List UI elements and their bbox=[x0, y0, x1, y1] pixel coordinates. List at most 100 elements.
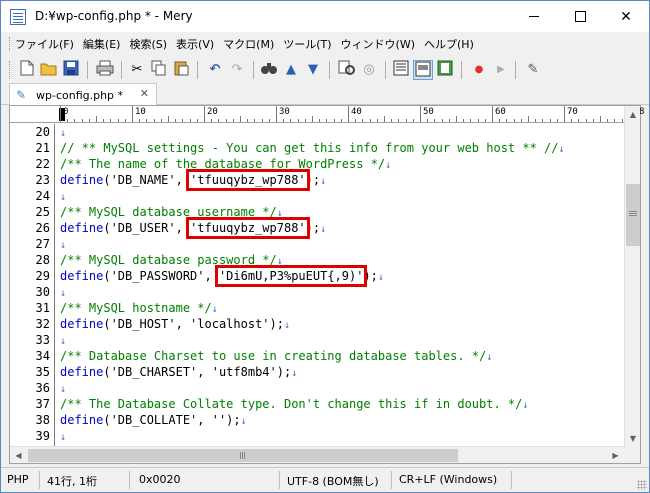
ruler-tick bbox=[312, 116, 313, 122]
menu-item-5[interactable]: ツール(T) bbox=[283, 36, 331, 52]
horizontal-scroll-thumb[interactable] bbox=[28, 449, 458, 462]
cut-icon[interactable]: ✂ bbox=[127, 60, 147, 80]
code-line[interactable]: 36 ↓ bbox=[10, 380, 624, 396]
scroll-left-icon[interactable]: ◀ bbox=[10, 447, 27, 464]
resize-grip[interactable] bbox=[637, 480, 647, 490]
view-mode-1-icon[interactable] bbox=[391, 60, 411, 80]
code-line[interactable]: 27 ↓ bbox=[10, 236, 624, 252]
code-line[interactable]: 24 ↓ bbox=[10, 188, 624, 204]
menu-item-7[interactable]: ヘルプ(H) bbox=[424, 36, 474, 52]
tool-icon[interactable]: ✎ bbox=[523, 60, 543, 80]
code-token: /** MySQL database username */ bbox=[60, 205, 277, 219]
ruler-label: 70 bbox=[567, 107, 578, 117]
ruler-tick bbox=[240, 116, 241, 122]
ruler-tick bbox=[492, 106, 493, 122]
vertical-scroll-thumb[interactable] bbox=[626, 184, 640, 246]
ruler-label: 0 bbox=[63, 107, 69, 117]
code-line[interactable]: 20 ↓ bbox=[10, 124, 624, 140]
status-newline[interactable]: CR+LF (Windows) bbox=[399, 473, 497, 486]
minimize-button[interactable] bbox=[511, 1, 557, 32]
text-area[interactable]: 20 ↓ 21 // ** MySQL settings - You can get … bbox=[10, 124, 624, 446]
save-icon[interactable] bbox=[61, 60, 81, 80]
code-line[interactable]: 33 ↓ bbox=[10, 332, 624, 348]
ruler-tick bbox=[290, 119, 292, 122]
code-line[interactable]: 35 define('DB_CHARSET', 'utf8mb4');↓ bbox=[10, 364, 624, 380]
line-number: 26 bbox=[35, 221, 50, 235]
find-up-icon[interactable]: ▲ bbox=[281, 60, 301, 80]
tab-close-icon[interactable]: ✕ bbox=[140, 87, 149, 100]
line-end-mark: ↓ bbox=[522, 400, 529, 411]
toolbar: ✂ ↶ ↷ ▲ ▼ ◎ ● ▶ ✎ bbox=[1, 56, 649, 83]
code-line[interactable]: 29 define('DB_PASSWORD', 'Di6mU,P3%puEUT{… bbox=[10, 265, 624, 287]
ruler-tick bbox=[384, 116, 385, 122]
ruler-label: 60 bbox=[495, 107, 506, 117]
scroll-down-icon[interactable]: ▼ bbox=[625, 430, 641, 447]
code-line[interactable]: 32 define('DB_HOST', 'localhost');↓ bbox=[10, 316, 624, 332]
maximize-button[interactable] bbox=[557, 1, 603, 32]
ruler-tick bbox=[484, 119, 486, 122]
code-token: ); bbox=[305, 221, 321, 235]
ruler-tick bbox=[355, 119, 357, 122]
code-line[interactable]: 30 ↓ bbox=[10, 284, 624, 300]
find-down-icon[interactable]: ▼ bbox=[303, 60, 323, 80]
code-line[interactable]: 23 define('DB_NAME', 'tfuuqybz_wp788');↓ bbox=[10, 169, 624, 191]
undo-icon[interactable]: ↶ bbox=[205, 60, 225, 80]
status-encoding[interactable]: UTF-8 (BOM無し) bbox=[287, 473, 379, 489]
scroll-up-icon[interactable]: ▲ bbox=[625, 106, 641, 123]
line-number: 34 bbox=[35, 349, 50, 363]
open-folder-icon[interactable] bbox=[39, 60, 59, 80]
menu-item-4[interactable]: マクロ(M) bbox=[223, 36, 274, 52]
search-files-icon[interactable]: ◎ bbox=[359, 60, 379, 80]
ruler-tick bbox=[340, 119, 342, 122]
editor-area[interactable]: 0 10 20 30 40 50 60 70 8 20 ↓ 21// ** MySQL settin… bbox=[9, 105, 644, 464]
redo-icon[interactable]: ↷ bbox=[227, 60, 247, 80]
find-icon[interactable] bbox=[259, 60, 279, 80]
horizontal-scrollbar[interactable]: ◀ ▶ bbox=[10, 446, 624, 463]
record-icon[interactable]: ● bbox=[469, 60, 489, 80]
code-line[interactable]: 34 /** Database Charset to use in creatin… bbox=[10, 348, 624, 364]
ruler-label: 10 bbox=[135, 107, 146, 117]
close-button[interactable]: ✕ bbox=[603, 1, 649, 32]
vertical-scrollbar[interactable]: ▲ ▼ bbox=[624, 106, 640, 447]
toolbar-grip[interactable] bbox=[9, 61, 11, 79]
code-line[interactable]: 26 define('DB_USER', 'tfuuqybz_wp788');↓ bbox=[10, 217, 624, 239]
scroll-right-icon[interactable]: ▶ bbox=[607, 447, 624, 464]
menu-item-2[interactable]: 検索(S) bbox=[129, 36, 167, 52]
play-icon[interactable]: ▶ bbox=[491, 60, 511, 80]
line-number: 28 bbox=[35, 253, 50, 267]
code-line[interactable]: 31 /** MySQL hostname */↓ bbox=[10, 300, 624, 316]
line-number: 20 bbox=[35, 125, 50, 139]
ruler-tick bbox=[189, 119, 191, 122]
highlighted-credential: 'Di6mU,P3%puEUT{,9)' bbox=[214, 265, 368, 287]
code-line[interactable]: 38 define('DB_COLLATE', '');↓ bbox=[10, 412, 624, 428]
ruler-tick bbox=[520, 119, 522, 122]
line-end-mark: ↓ bbox=[240, 416, 247, 427]
menu-item-6[interactable]: ウィンドウ(W) bbox=[341, 36, 415, 52]
tab-wp-config[interactable]: ✎ wp-config.php * ✕ bbox=[9, 83, 157, 106]
paste-icon[interactable] bbox=[171, 60, 191, 80]
view-mode-2-icon[interactable] bbox=[413, 60, 433, 80]
code-line[interactable]: 21 // ** MySQL settings - You can get thi… bbox=[10, 140, 624, 156]
replace-icon[interactable] bbox=[337, 60, 357, 80]
code-token: define bbox=[60, 365, 104, 379]
app-icon[interactable] bbox=[10, 9, 26, 25]
ruler-tick bbox=[441, 119, 443, 122]
code-line[interactable]: 25 /** MySQL database username */↓ bbox=[10, 204, 624, 220]
ruler-tick bbox=[362, 119, 364, 122]
ruler-label: 20 bbox=[207, 107, 218, 117]
menu-item-1[interactable]: 編集(E) bbox=[83, 36, 121, 52]
code-token: ); bbox=[305, 173, 321, 187]
view-mode-3-icon[interactable] bbox=[435, 60, 455, 80]
code-line[interactable]: 37 /** The Database Collate type. Don't c… bbox=[10, 396, 624, 412]
print-icon[interactable] bbox=[95, 60, 115, 80]
code-line[interactable]: 28 /** MySQL database password */↓ bbox=[10, 252, 624, 268]
code-token: /** MySQL database password */ bbox=[60, 253, 277, 267]
new-file-icon[interactable] bbox=[17, 60, 37, 80]
menu-item-3[interactable]: 表示(V) bbox=[176, 36, 214, 52]
ruler-tick bbox=[168, 116, 169, 122]
status-mode[interactable]: PHP bbox=[7, 473, 29, 486]
menu-item-0[interactable]: ファイル(F) bbox=[15, 36, 74, 52]
copy-icon[interactable] bbox=[149, 60, 169, 80]
code-line[interactable]: 22 /** The name of the database for WordP… bbox=[10, 156, 624, 172]
code-line[interactable]: 39 ↓ bbox=[10, 428, 624, 444]
